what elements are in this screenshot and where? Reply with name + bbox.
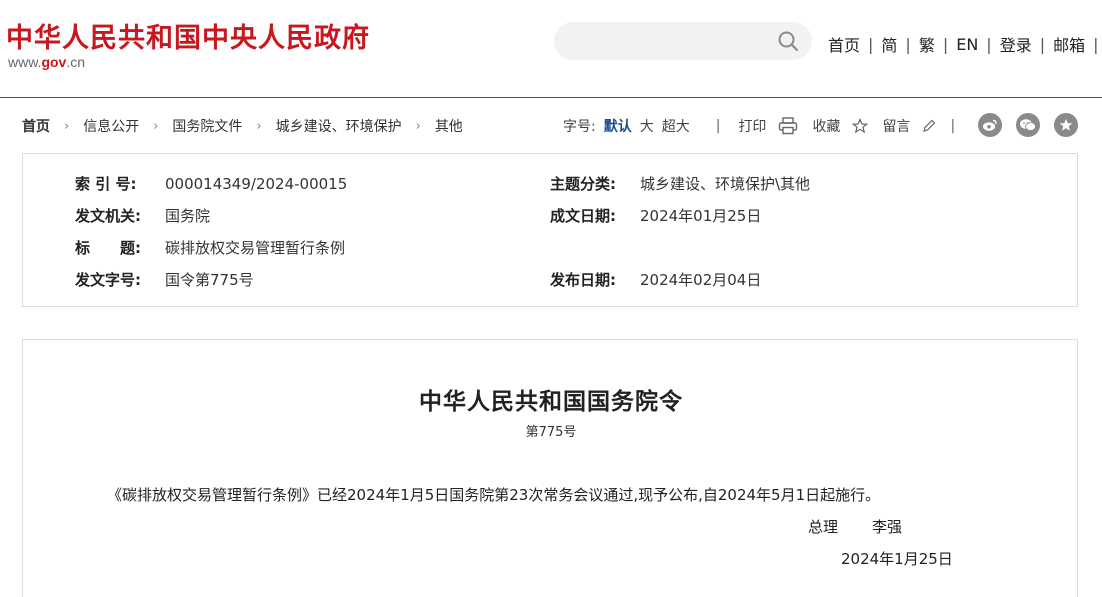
meta-label: 成文日期: xyxy=(550,207,616,225)
chevron-right-icon: › xyxy=(415,118,421,134)
nav-home[interactable]: 首页 xyxy=(820,32,868,56)
weibo-icon[interactable] xyxy=(978,113,1002,137)
meta-label: 主题分类: xyxy=(550,175,616,193)
document-number: 第775号 xyxy=(525,425,577,440)
meta-value: 碳排放权交易管理暂行条例 xyxy=(165,239,346,257)
meta-written-date: 成文日期: 2024年01月25日 xyxy=(550,205,761,226)
nav-simplified[interactable]: 简 xyxy=(873,32,905,56)
wechat-icon[interactable] xyxy=(1016,113,1040,137)
meta-document-number: 发文字号: 国令第775号 xyxy=(75,269,254,290)
signer-title: 总理 xyxy=(808,518,839,536)
social-share xyxy=(978,113,1092,137)
document-title: 中华人民共和国国务院令 xyxy=(419,388,683,415)
font-large-button[interactable]: 大 xyxy=(640,116,654,136)
meta-publish-date: 发布日期: 2024年02月04日 xyxy=(550,269,761,290)
star-outline-icon[interactable] xyxy=(852,118,869,134)
site-domain[interactable]: www.gov.cn xyxy=(8,54,85,70)
search-icon[interactable] xyxy=(777,30,799,52)
print-button[interactable]: 打印 xyxy=(738,116,766,136)
tools-separator: | xyxy=(715,118,721,134)
meta-label: 发文机关: xyxy=(75,207,141,225)
domain-suffix: .cn xyxy=(66,54,86,70)
article-tools: 字号: 默认 大 超大 | 打印 收藏 留言 | xyxy=(563,116,973,136)
meta-issuer: 发文机关: 国务院 xyxy=(75,205,210,226)
pencil-icon[interactable] xyxy=(922,119,936,133)
breadcrumb-state-council-docs[interactable]: 国务院文件 xyxy=(172,116,242,136)
meta-label: 索 引 号: xyxy=(75,175,137,193)
meta-index-number: 索 引 号: 000014349/2024-00015 xyxy=(75,173,347,194)
site-title[interactable]: 中华人民共和国中央人民政府 xyxy=(6,16,370,55)
nav-separator: | xyxy=(1093,34,1099,54)
meta-label: 发文字号: xyxy=(75,271,141,289)
chevron-right-icon: › xyxy=(153,118,159,134)
meta-value: 国令第775号 xyxy=(165,271,254,289)
comment-button[interactable]: 留言 xyxy=(882,116,910,136)
tools-separator: | xyxy=(950,118,956,134)
meta-value: 000014349/2024-00015 xyxy=(165,175,348,193)
favorite-button[interactable]: 收藏 xyxy=(812,116,840,136)
top-nav: 首页 | 简 | 繁 | EN | 登录 | 邮箱 | xyxy=(820,32,1099,56)
meta-category: 主题分类: 城乡建设、环境保护\其他 xyxy=(550,173,810,194)
meta-value: 国务院 xyxy=(165,207,211,225)
breadcrumb-other[interactable]: 其他 xyxy=(435,116,463,136)
font-xlarge-button[interactable]: 超大 xyxy=(662,116,690,136)
font-default-button[interactable]: 默认 xyxy=(604,116,632,136)
meta-value: 2024年02月04日 xyxy=(640,271,762,289)
star-icon[interactable] xyxy=(1054,113,1078,137)
document-paragraph: 《碳排放权交易管理暂行条例》已经2024年1月5日国务院第23次常务会议通过,现… xyxy=(107,486,881,504)
printer-icon[interactable] xyxy=(778,117,798,135)
nav-english[interactable]: EN xyxy=(948,35,986,54)
breadcrumb-home[interactable]: 首页 xyxy=(22,116,50,136)
search-input[interactable] xyxy=(554,22,812,60)
meta-label: 标 题: xyxy=(75,239,141,257)
nav-traditional[interactable]: 繁 xyxy=(911,32,943,56)
chevron-right-icon: › xyxy=(64,118,70,134)
signer-name: 李强 xyxy=(872,518,903,536)
meta-value: 城乡建设、环境保护\其他 xyxy=(640,175,811,193)
breadcrumb-info-public[interactable]: 信息公开 xyxy=(83,116,139,136)
font-size-label: 字号: xyxy=(563,119,596,135)
nav-mail[interactable]: 邮箱 xyxy=(1045,32,1093,56)
breadcrumb-urban-environment[interactable]: 城乡建设、环境保护 xyxy=(276,116,402,136)
domain-prefix: www. xyxy=(8,54,42,70)
breadcrumb: 首页 › 信息公开 › 国务院文件 › 城乡建设、环境保护 › 其他 xyxy=(22,116,463,136)
meta-title: 标 题: 碳排放权交易管理暂行条例 xyxy=(75,237,345,258)
nav-login[interactable]: 登录 xyxy=(992,32,1040,56)
domain-gov: gov xyxy=(41,54,67,70)
meta-label: 发布日期: xyxy=(550,271,616,289)
document-date: 2024年1月25日 xyxy=(841,550,953,568)
chevron-right-icon: › xyxy=(256,118,262,134)
meta-value: 2024年01月25日 xyxy=(640,207,762,225)
header-divider xyxy=(0,97,1102,98)
